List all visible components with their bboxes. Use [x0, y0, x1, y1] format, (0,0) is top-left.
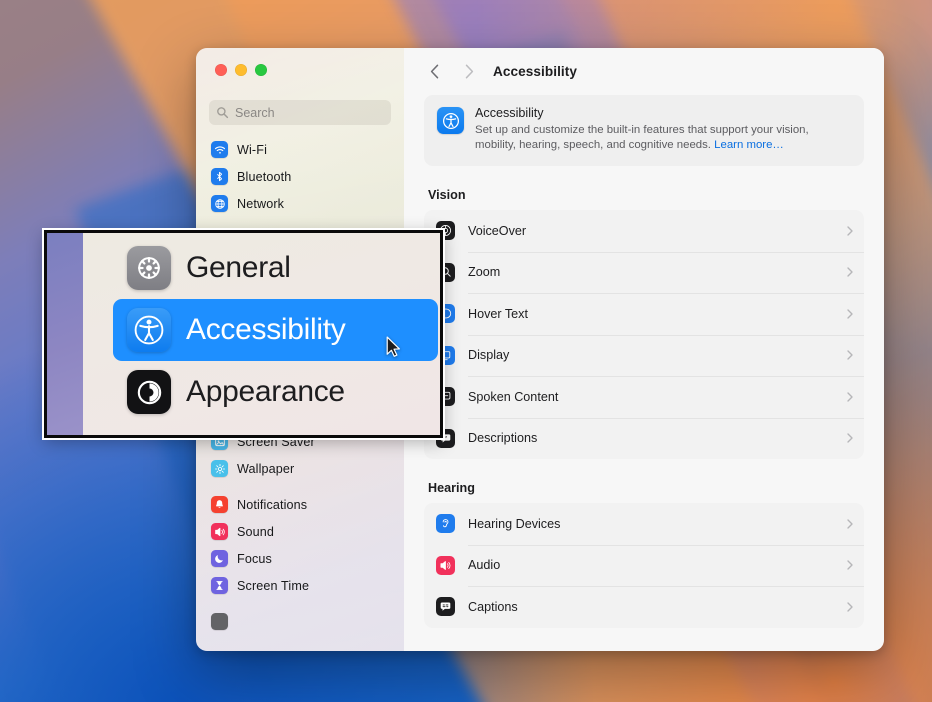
sidebar-group: Wi-Fi Bluetooth Network: [196, 136, 404, 217]
wallpaper-icon: [211, 460, 228, 477]
wifi-icon: [211, 141, 228, 158]
row-audio[interactable]: Audio: [424, 544, 864, 587]
sidebar-item-label: Notifications: [237, 497, 308, 512]
sidebar-item-wallpaper[interactable]: Wallpaper: [205, 455, 395, 482]
sidebar-item-sound[interactable]: Sound: [205, 518, 395, 545]
row-label: Display: [468, 348, 510, 363]
chevron-right-icon: [847, 392, 853, 402]
row-spoken-content[interactable]: Spoken Content: [424, 376, 864, 418]
zoom-lens-item-accessibility[interactable]: Accessibility: [113, 299, 438, 361]
vision-section-card: VoiceOver Zoom Hover Text Display Spoken…: [424, 210, 864, 459]
row-label: Spoken Content: [468, 389, 559, 404]
row-display[interactable]: Display: [424, 334, 864, 377]
partial-item-icon: [211, 613, 228, 630]
close-button[interactable]: [215, 64, 227, 76]
hearing-devices-ear-icon: [436, 514, 455, 534]
minimize-button[interactable]: [235, 64, 247, 76]
sidebar-item-label: Bluetooth: [237, 169, 292, 184]
sidebar-item-network[interactable]: Network: [205, 190, 395, 217]
row-label: Captions: [468, 599, 518, 614]
zoom-lens-overlay: General Accessibility Appearance: [42, 228, 445, 440]
section-title-vision: Vision: [428, 188, 466, 202]
zoom-lens-item-label: Appearance: [186, 375, 345, 408]
chevron-right-icon: [847, 267, 853, 277]
section-title-hearing: Hearing: [428, 481, 475, 495]
zoom-lens-item-list: General Accessibility Appearance: [83, 233, 440, 435]
captions-icon: [436, 597, 455, 617]
appearance-contrast-icon: [127, 370, 171, 414]
row-label: Audio: [468, 558, 501, 573]
sidebar-item-partial[interactable]: [205, 608, 395, 635]
bluetooth-icon: [211, 168, 228, 185]
sidebar-item-screen-time[interactable]: Screen Time: [205, 572, 395, 599]
chevron-right-icon: [847, 519, 853, 529]
sidebar-item-label: Sound: [237, 524, 275, 539]
chevron-right-icon: [847, 602, 853, 612]
sidebar-item-notifications[interactable]: Notifications: [205, 491, 395, 518]
sidebar-item-label: Network: [237, 196, 285, 211]
accessibility-hero-card: Accessibility Set up and customize the b…: [424, 95, 864, 166]
chevron-right-icon: [847, 309, 853, 319]
accessibility-icon: [437, 107, 464, 134]
sidebar-item-label: Wi-Fi: [237, 142, 267, 157]
sidebar-item-label: Focus: [237, 551, 272, 566]
hero-title: Accessibility: [475, 106, 544, 120]
page-title: Accessibility: [493, 64, 577, 79]
sidebar-item-bluetooth[interactable]: Bluetooth: [205, 163, 395, 190]
screen-time-hourglass-icon: [211, 577, 228, 594]
zoom-lens-gutter: [47, 233, 83, 435]
row-captions[interactable]: Captions: [424, 586, 864, 628]
sidebar-item-wifi[interactable]: Wi-Fi: [205, 136, 395, 163]
focus-moon-icon: [211, 550, 228, 567]
zoom-lens-item-general[interactable]: General: [83, 237, 440, 299]
zoom-lens-item-label: General: [186, 251, 291, 284]
row-descriptions[interactable]: Descriptions: [424, 417, 864, 460]
forward-button[interactable]: [457, 60, 481, 84]
row-label: Descriptions: [468, 431, 538, 446]
maximize-button[interactable]: [255, 64, 267, 76]
search-placeholder: Search: [235, 105, 275, 120]
back-button[interactable]: [422, 60, 446, 84]
chevron-right-icon: [847, 350, 853, 360]
detail-pane: Accessibility Accessibility Set up and c: [404, 48, 884, 651]
hero-description: Set up and customize the built-in featur…: [475, 123, 851, 153]
sidebar-group: Notifications Sound Focus Screen Time: [196, 491, 404, 599]
row-hover-text[interactable]: Hover Text: [424, 293, 864, 335]
zoom-lens-item-appearance[interactable]: Appearance: [83, 361, 440, 423]
accessibility-icon: [127, 308, 171, 352]
row-label: VoiceOver: [468, 223, 527, 238]
chevron-right-icon: [847, 226, 853, 236]
sidebar-item-focus[interactable]: Focus: [205, 545, 395, 572]
row-voiceover[interactable]: VoiceOver: [424, 210, 864, 252]
learn-more-link[interactable]: Learn more…: [714, 139, 784, 151]
detail-body: Accessibility Set up and customize the b…: [404, 95, 884, 651]
network-globe-icon: [211, 195, 228, 212]
search-field[interactable]: Search: [209, 100, 391, 125]
sound-speaker-icon: [211, 523, 228, 540]
row-zoom[interactable]: Zoom: [424, 251, 864, 294]
row-label: Hearing Devices: [468, 516, 561, 531]
general-gear-icon: [127, 246, 171, 290]
zoom-lens-item-label: Accessibility: [186, 313, 346, 346]
notifications-bell-icon: [211, 496, 228, 513]
sidebar-item-label: Screen Time: [237, 578, 310, 593]
audio-speaker-icon: [436, 555, 455, 575]
detail-toolbar: Accessibility: [404, 48, 884, 95]
chevron-right-icon: [847, 560, 853, 570]
search-icon: [217, 107, 229, 119]
sidebar-item-label: Wallpaper: [237, 461, 295, 476]
window-traffic-lights: [215, 64, 267, 76]
row-label: Zoom: [468, 265, 501, 280]
hearing-section-card: Hearing Devices Audio Captions: [424, 503, 864, 628]
row-hearing-devices[interactable]: Hearing Devices: [424, 503, 864, 545]
row-label: Hover Text: [468, 306, 528, 321]
chevron-right-icon: [847, 433, 853, 443]
